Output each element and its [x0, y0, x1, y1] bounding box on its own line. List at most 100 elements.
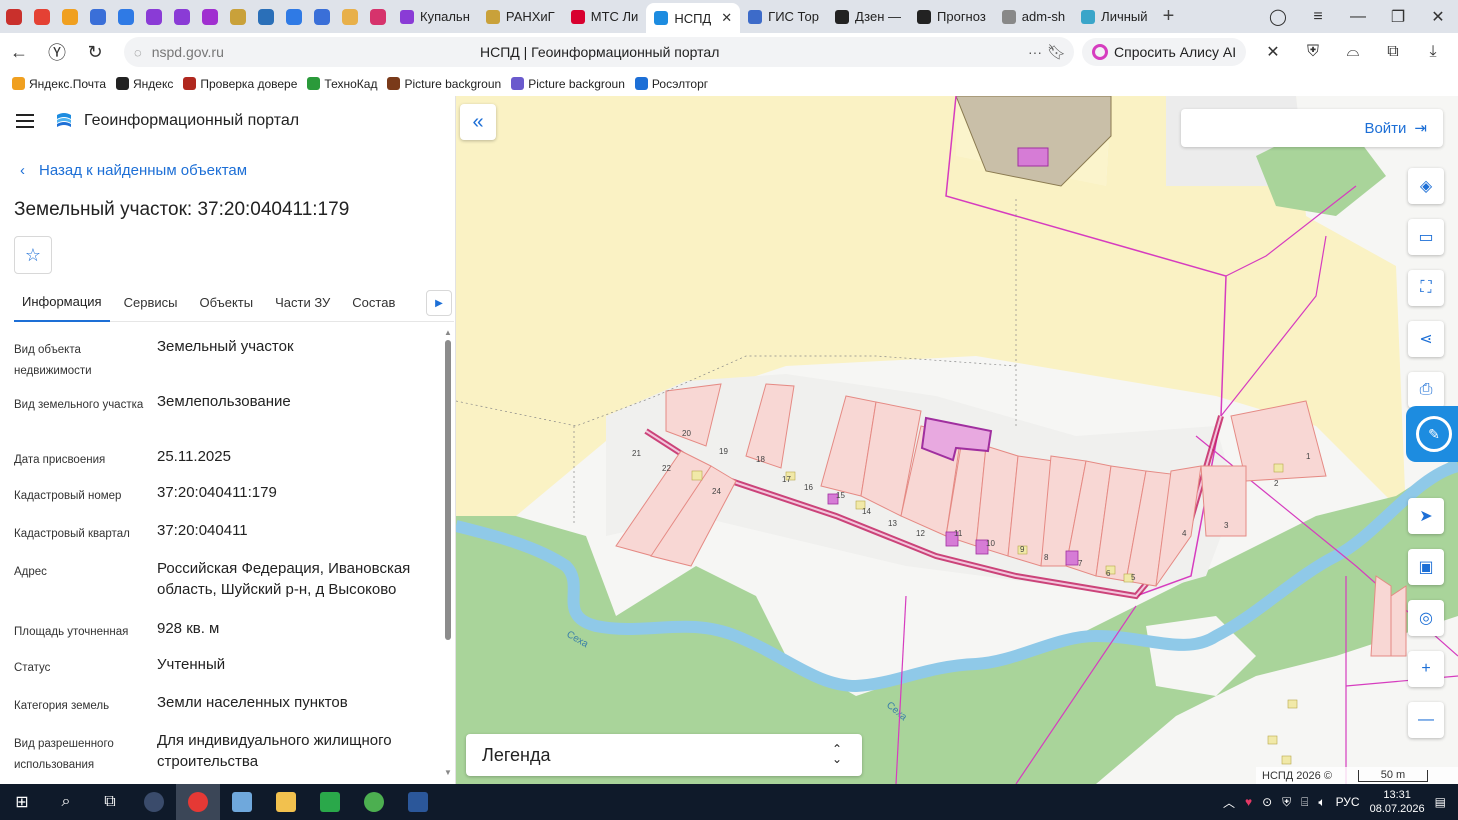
map-view[interactable]: Сеха Сеха 20 21 22 19 18 17 16 24 15 14 … — [456, 96, 1458, 784]
small-building[interactable] — [1281, 755, 1292, 765]
tray-heart-icon[interactable]: ♥ — [1245, 795, 1252, 809]
small-building[interactable] — [1267, 735, 1278, 745]
taskbar-app-notepad[interactable] — [220, 784, 264, 820]
notifications-icon[interactable]: ▤ — [1435, 795, 1446, 809]
extension-hat-icon[interactable]: ⌓ — [1342, 41, 1364, 63]
extension-k-icon[interactable]: ✕ — [1262, 41, 1284, 63]
tray-media-icon[interactable]: ⊙ — [1262, 795, 1272, 809]
tab-8[interactable]: Личный — [1073, 3, 1155, 30]
pinned-tab-purple1[interactable] — [140, 0, 168, 33]
zoom-out-button[interactable]: — — [1408, 702, 1444, 738]
parcel[interactable] — [1390, 585, 1407, 657]
bookmark-item[interactable]: Проверка довере — [183, 77, 297, 91]
tab-services[interactable]: Сервисы — [116, 284, 186, 322]
cadastral-map[interactable]: Сеха Сеха 20 21 22 19 18 17 16 24 15 14 … — [456, 96, 1458, 784]
print-button[interactable]: ⎙ — [1408, 372, 1444, 408]
hamburger-menu-icon[interactable] — [16, 114, 34, 128]
pinned-tab-purple2[interactable] — [168, 0, 196, 33]
download-icon[interactable]: ⤓ — [1422, 41, 1444, 63]
taskbar-app-word[interactable] — [396, 784, 440, 820]
reload-icon[interactable]: ↻ — [76, 33, 114, 71]
scroll-up-icon[interactable]: ▲ — [444, 328, 452, 337]
building[interactable] — [1017, 147, 1049, 167]
tray-volume-icon[interactable]: 🔈︎ — [1318, 795, 1325, 810]
tray-language[interactable]: РУС — [1336, 795, 1360, 809]
extension-puzzle-icon[interactable]: ⧉ — [1382, 41, 1404, 63]
pinned-tab-wb[interactable] — [196, 0, 224, 33]
task-view-button[interactable]: ⧉ — [88, 784, 132, 820]
back-arrow-icon[interactable]: ← — [0, 33, 38, 71]
layers-button[interactable]: ◈ — [1408, 168, 1444, 204]
tab-0[interactable]: Купальн — [392, 3, 478, 30]
tab-2[interactable]: МТС Ли — [563, 3, 647, 30]
tab-7[interactable]: adm-sh — [994, 3, 1073, 30]
minimap-button[interactable]: ▣ — [1408, 549, 1444, 585]
ask-alice-button[interactable]: Спросить Алису AI — [1082, 38, 1247, 66]
close-window-button[interactable]: ✕ — [1418, 7, 1458, 27]
bookmark-item[interactable]: Picture backgroun — [387, 77, 501, 91]
back-to-results-link[interactable]: ‹ Назад к найденным объектам — [20, 162, 247, 179]
pinned-tab-pink[interactable] — [364, 0, 392, 33]
pinned-tab-vk[interactable] — [112, 0, 140, 33]
taskbar-app-messenger[interactable] — [352, 784, 396, 820]
login-button[interactable]: Войти ⇥ — [1181, 109, 1443, 147]
url-field[interactable]: ◌ nspd.gov.ru НСПД | Геоинформационный п… — [124, 37, 1074, 67]
tab-information[interactable]: Информация — [14, 284, 110, 322]
ruler-button[interactable]: ▭ — [1408, 219, 1444, 255]
scrollbar-thumb[interactable] — [445, 340, 451, 640]
collapse-panel-button[interactable]: « — [460, 104, 496, 140]
bookmark-icon[interactable]: 🔖︎ — [1047, 43, 1066, 61]
location-search-button[interactable]: ◎ — [1408, 600, 1444, 636]
taskbar-app-browser[interactable] — [132, 784, 176, 820]
tab-parts[interactable]: Части ЗУ — [267, 284, 338, 322]
tray-shield-icon[interactable]: ⛨ — [1282, 795, 1291, 810]
small-building[interactable] — [1287, 699, 1298, 709]
geolocation-button[interactable]: ➤ — [1408, 498, 1444, 534]
building[interactable] — [1065, 550, 1079, 566]
taskbar-app-calc[interactable] — [308, 784, 352, 820]
search-button[interactable]: ⌕ — [44, 784, 88, 820]
pinned-tab-u[interactable] — [308, 0, 336, 33]
pinned-tab-hand[interactable] — [336, 0, 364, 33]
extension-shield-icon[interactable]: ⛨ — [1302, 41, 1324, 63]
scroll-down-icon[interactable]: ▼ — [444, 768, 452, 777]
bookmark-item[interactable]: Яндекс — [116, 77, 173, 91]
favorite-star-button[interactable]: ☆ — [14, 236, 52, 274]
menu-icon[interactable]: ≡ — [1298, 8, 1338, 26]
minimize-button[interactable]: — — [1338, 8, 1378, 26]
tabs-next-button[interactable]: ▶ — [426, 290, 452, 316]
bookmark-item[interactable]: Picture backgroun — [511, 77, 625, 91]
pinned-tab-mail[interactable] — [56, 0, 84, 33]
select-area-button[interactable]: ⛶ — [1408, 270, 1444, 306]
small-building[interactable] — [1273, 463, 1284, 473]
site-info-icon[interactable]: ◌ — [134, 45, 142, 60]
zoom-in-button[interactable]: + — [1408, 651, 1444, 687]
yandex-icon[interactable]: Ⓨ — [38, 33, 76, 71]
bookmark-item[interactable]: Яндекс.Почта — [12, 77, 106, 91]
start-button[interactable]: ⊞ — [0, 784, 44, 820]
bookmark-item[interactable]: ТехноКад — [307, 77, 377, 91]
new-tab-button[interactable]: + — [1156, 4, 1182, 30]
tab-objects[interactable]: Объекты — [191, 284, 261, 322]
tray-clock[interactable]: 13:31 08.07.2026 — [1370, 788, 1425, 816]
tab-3-active[interactable]: НСПД ✕ — [646, 3, 741, 33]
tab-5[interactable]: Дзен — — [827, 3, 909, 30]
tab-close-icon[interactable]: ✕ — [721, 10, 732, 26]
pinned-tab-gmail[interactable] — [28, 0, 56, 33]
pinned-tab-ru[interactable] — [84, 0, 112, 33]
tab-6[interactable]: Прогноз — [909, 3, 994, 30]
pinned-tab-gerb2[interactable] — [224, 0, 252, 33]
taskbar-app-explorer[interactable] — [264, 784, 308, 820]
legend-toggle[interactable]: Легенда ⌃ ⌄ — [466, 734, 862, 776]
chat-assistant-button[interactable]: ✎ — [1406, 406, 1458, 462]
more-icon[interactable]: ··· — [1028, 44, 1042, 60]
restore-button[interactable]: ❐ — [1378, 7, 1418, 27]
small-building[interactable] — [691, 470, 703, 481]
tab-composition[interactable]: Состав — [344, 284, 403, 322]
taskbar-app-yandex[interactable] — [176, 784, 220, 820]
tray-chevron-icon[interactable]: ︿ — [1223, 794, 1235, 811]
tray-network-icon[interactable]: ⌸ — [1301, 795, 1308, 810]
panel-scrollbar[interactable]: ▲ ▼ — [444, 328, 452, 778]
tab-1[interactable]: РАНХиГ — [478, 3, 563, 30]
pinned-tab-blue[interactable] — [252, 0, 280, 33]
